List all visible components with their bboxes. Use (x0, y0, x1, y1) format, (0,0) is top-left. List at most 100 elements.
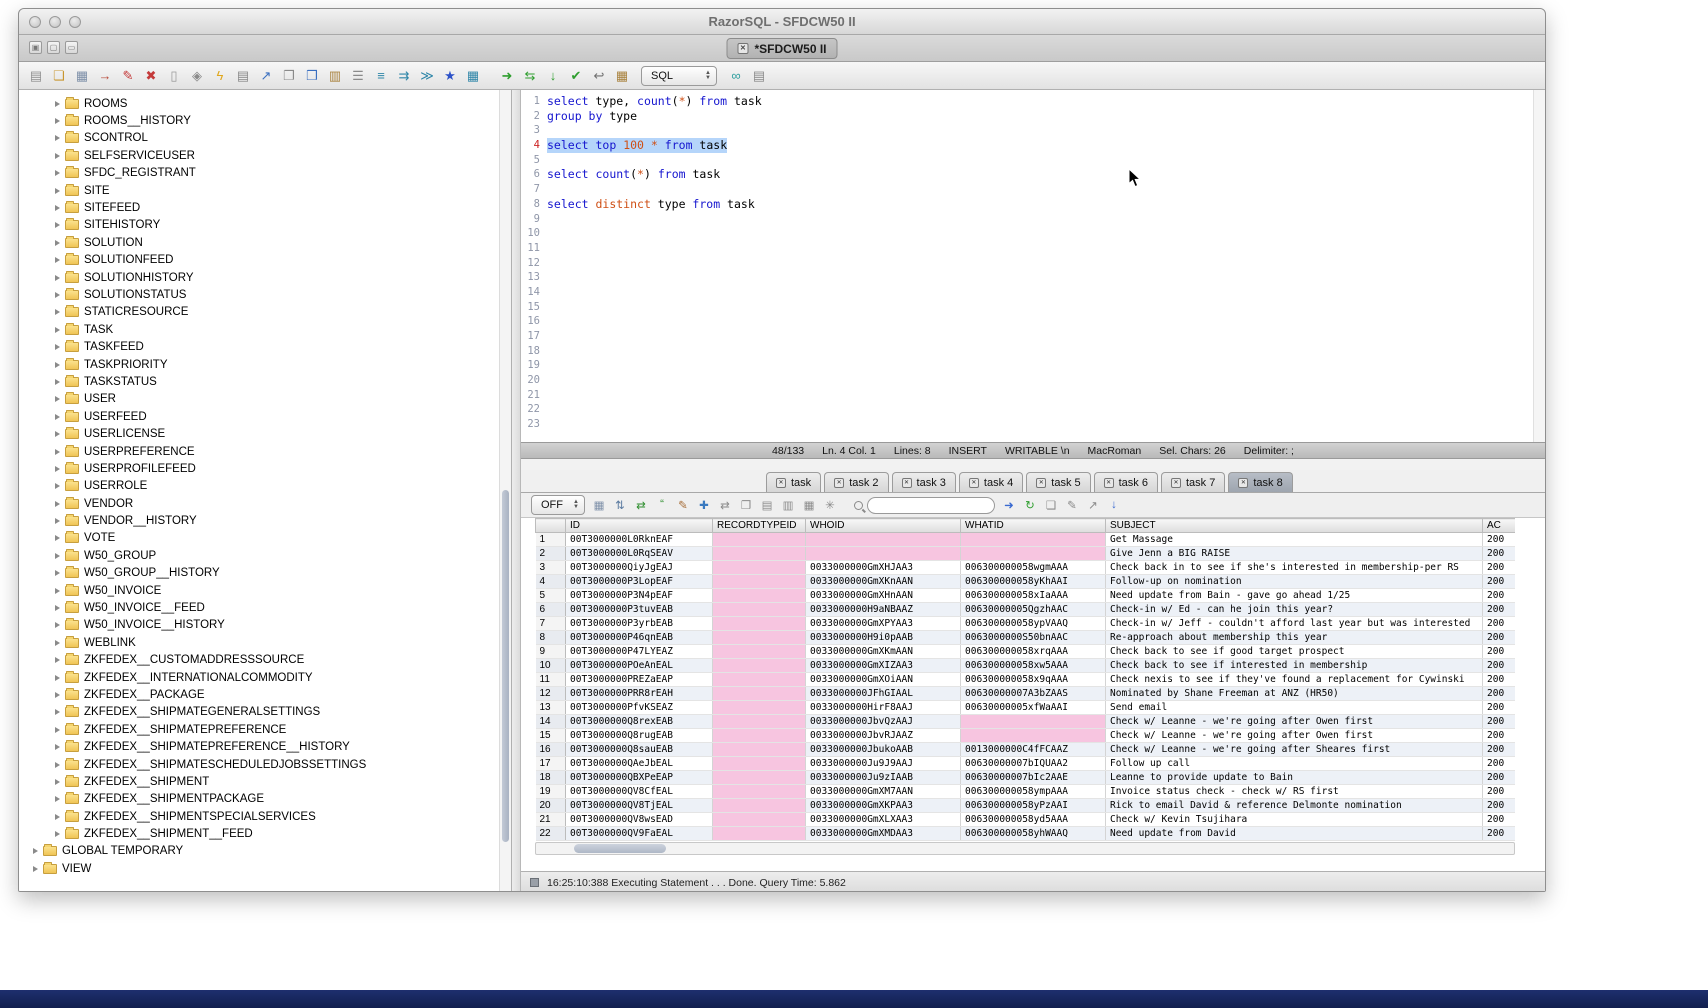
cell[interactable]: 0033000000JbvQzAAJ (806, 715, 961, 729)
save-results-icon[interactable]: ▦ (591, 497, 607, 513)
cell[interactable]: Check back to see if good target prospec… (1106, 645, 1483, 659)
tree-item-zkfedex-shipmentspecialservices[interactable]: ZKFEDEX__SHIPMENTSPECIALSERVICES (19, 808, 511, 825)
cell[interactable] (806, 533, 961, 547)
cell[interactable]: 00T3000000P3N4pEAF (566, 589, 713, 603)
tree-item-weblink[interactable]: WEBLINK (19, 634, 511, 651)
refresh-icon[interactable]: ↻ (1022, 497, 1038, 513)
result-tab-task[interactable]: ✕task (766, 472, 821, 492)
tree-item-view[interactable]: VIEW (19, 860, 511, 877)
cell[interactable]: 0033000000Ju9zIAAB (806, 771, 961, 785)
cell[interactable] (713, 631, 806, 645)
notes-icon[interactable]: ▥ (326, 67, 344, 85)
row-number-cell[interactable]: 15 (536, 729, 566, 743)
grid-search-input[interactable] (867, 497, 995, 514)
cell[interactable]: Leanne to provide update to Bain (1106, 771, 1483, 785)
cell[interactable]: 00T3000000P3tuvEAB (566, 603, 713, 617)
tree-item-solutionstatus[interactable]: SOLUTIONSTATUS (19, 286, 511, 303)
rollback-icon[interactable]: ↩ (590, 67, 608, 85)
row-limit-select[interactable]: OFF ▲▼ (531, 495, 585, 515)
cell[interactable]: 00T3000000Q8rexEAB (566, 715, 713, 729)
commit-icon[interactable]: ✔ (567, 67, 585, 85)
cell[interactable]: 00630000007bIc2AAE (961, 771, 1106, 785)
edit-results-icon[interactable]: ✎ (675, 497, 691, 513)
cell[interactable]: Check w/ Leanne - we're going after Owen… (1106, 715, 1483, 729)
disclosure-triangle-icon[interactable] (55, 657, 60, 663)
result-tab-task-3[interactable]: ✕task 3 (892, 472, 956, 492)
cell[interactable]: 200 (1483, 547, 1516, 561)
tree-item-sitefeed[interactable]: SITEFEED (19, 199, 511, 216)
cell[interactable]: 00T3000000PfvKSEAZ (566, 701, 713, 715)
cell[interactable]: 200 (1483, 799, 1516, 813)
tree-item-rooms-history[interactable]: ROOMS__HISTORY (19, 112, 511, 129)
row-number-cell[interactable]: 16 (536, 743, 566, 757)
columns-icon[interactable]: ☰ (349, 67, 367, 85)
cell[interactable]: 00630000005xfWaAAI (961, 701, 1106, 715)
tree-item-vote[interactable]: VOTE (19, 530, 511, 547)
cell[interactable]: 0033000000H9aNBAAZ (806, 603, 961, 617)
cell[interactable] (961, 533, 1106, 547)
disclosure-triangle-icon[interactable] (55, 709, 60, 715)
tab-close-icon[interactable]: ✕ (776, 478, 786, 488)
tree-item-zkfedex-shipmatepreference-history[interactable]: ZKFEDEX__SHIPMATEPREFERENCE__HISTORY (19, 738, 511, 755)
disclosure-triangle-icon[interactable] (55, 640, 60, 646)
tree-item-taskstatus[interactable]: TASKSTATUS (19, 373, 511, 390)
sort-filter-icon[interactable]: ⇅ (612, 497, 628, 513)
disclosure-triangle-icon[interactable] (55, 518, 60, 524)
disclosure-triangle-icon[interactable] (55, 153, 60, 159)
save-icon[interactable]: ▦ (73, 67, 91, 85)
cell[interactable]: 00630000007A3bZAAS (961, 687, 1106, 701)
grid-pages3-icon[interactable]: ▦ (801, 497, 817, 513)
sidebar-scrollbar[interactable] (499, 90, 511, 892)
window-minimize-icon[interactable]: ▢ (47, 41, 60, 54)
tree-item-w50-invoice-history[interactable]: W50_INVOICE__HISTORY (19, 617, 511, 634)
tree-item-rooms[interactable]: ROOMS (19, 95, 511, 112)
tab-close-icon[interactable]: ✕ (902, 478, 912, 488)
cell[interactable]: Check back in to see if she's interested… (1106, 561, 1483, 575)
cell[interactable]: 200 (1483, 659, 1516, 673)
tab-close-icon[interactable]: ✕ (1104, 478, 1114, 488)
cell[interactable] (961, 715, 1106, 729)
cell[interactable]: 006300000058yPzAAI (961, 799, 1106, 813)
tab-close-icon[interactable]: ✕ (969, 478, 979, 488)
cell[interactable]: 00630000007bIQUAA2 (961, 757, 1106, 771)
column-header-recordtypeid[interactable]: RECORDTYPEID (713, 519, 806, 533)
align-icon[interactable]: ≡ (372, 67, 390, 85)
tree-item-zkfedex-shipmentpackage[interactable]: ZKFEDEX__SHIPMENTPACKAGE (19, 791, 511, 808)
column-header-rownum[interactable] (536, 519, 566, 533)
cell[interactable]: 006300000058wgmAAA (961, 561, 1106, 575)
execute-lightning-icon[interactable]: ϟ (211, 67, 229, 85)
cell[interactable] (713, 589, 806, 603)
tree-item-zkfedex-shipment-feed[interactable]: ZKFEDEX__SHIPMENT__FEED (19, 825, 511, 842)
cell[interactable]: 200 (1483, 617, 1516, 631)
tree-item-solution[interactable]: SOLUTION (19, 234, 511, 251)
disclosure-triangle-icon[interactable] (55, 362, 60, 368)
disclosure-triangle-icon[interactable] (55, 779, 60, 785)
cell[interactable]: 0033000000GmXHJAA3 (806, 561, 961, 575)
cell[interactable] (713, 645, 806, 659)
cell[interactable]: 00T3000000POeAnEAL (566, 659, 713, 673)
sidebar-scrollbar-thumb[interactable] (502, 490, 509, 842)
column-header-id[interactable]: ID (566, 519, 713, 533)
cell[interactable]: Follow-up on nomination (1106, 575, 1483, 589)
row-number-cell[interactable]: 13 (536, 701, 566, 715)
disclosure-triangle-icon[interactable] (55, 570, 60, 576)
find-next-icon[interactable]: ➜ (1001, 497, 1017, 513)
disclosure-triangle-icon[interactable] (55, 744, 60, 750)
minimize-button[interactable] (49, 16, 61, 28)
cell[interactable] (713, 561, 806, 575)
run-icon[interactable]: ➜ (498, 67, 516, 85)
cell[interactable]: Check w/ Kevin Tsujihara (1106, 813, 1483, 827)
cell[interactable]: 0033000000GmXLXAA3 (806, 813, 961, 827)
disclosure-triangle-icon[interactable] (55, 831, 60, 837)
cell[interactable]: Nominated by Shane Freeman at ANZ (HR50) (1106, 687, 1483, 701)
cell[interactable]: Rick to email David & reference Delmonte… (1106, 799, 1483, 813)
disclosure-triangle-icon[interactable] (55, 431, 60, 437)
cell[interactable]: 200 (1483, 561, 1516, 575)
cell[interactable]: 200 (1483, 575, 1516, 589)
cell[interactable]: 00T3000000QV8wsEAD (566, 813, 713, 827)
history-icon[interactable]: ▦ (613, 67, 631, 85)
cell[interactable]: 006300000058x9qAAA (961, 673, 1106, 687)
cell[interactable]: 006300000058yKhAAI (961, 575, 1106, 589)
row-number-cell[interactable]: 14 (536, 715, 566, 729)
quote-sql-icon[interactable]: “ (654, 497, 670, 513)
